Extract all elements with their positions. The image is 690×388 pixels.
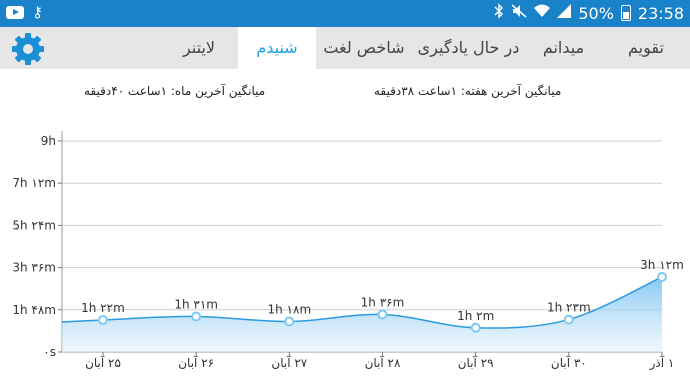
data-point	[470, 322, 481, 333]
signal-icon	[557, 4, 572, 22]
data-point	[98, 314, 108, 325]
gear-icon[interactable]	[10, 31, 46, 67]
battery-percent: 50%	[578, 3, 614, 23]
mute-icon	[511, 4, 527, 22]
data-label: 3h ۱۲m	[640, 258, 684, 272]
x-tick-label: ۲۷ آبان	[271, 355, 307, 370]
week-average: میانگین آخرین هفته: ۱ساعت ۳۸دقیقه	[374, 84, 562, 98]
data-point	[657, 271, 667, 282]
tab-heard[interactable]: شنیدم	[238, 27, 316, 69]
data-point	[284, 316, 295, 327]
battery-icon	[620, 5, 631, 21]
bluetooth-icon	[494, 3, 504, 23]
tab-learning[interactable]: در حال یادگیری	[412, 27, 525, 69]
data-label: 1h ۲m	[457, 309, 494, 323]
x-tick-label: ۲۵ آبان	[85, 355, 121, 370]
x-tick-label: ۳۰ آبان	[551, 355, 587, 370]
data-point	[563, 314, 574, 325]
y-tick-label: 1h ۴۸m	[12, 303, 56, 317]
data-label: 1h ۲۳m	[547, 301, 591, 315]
y-tick-label: 9h	[41, 134, 56, 148]
clock: 23:58	[637, 3, 684, 23]
data-label: 1h ۱۸m	[268, 303, 312, 317]
key-icon: ⚷	[32, 3, 43, 21]
tab-word-index[interactable]: شاخص لغت	[316, 27, 412, 69]
y-tick-label: 7h ۱۲m	[12, 176, 56, 190]
data-label: 1h ۳۱m	[174, 297, 218, 311]
wifi-icon	[534, 4, 551, 22]
x-tick-label: ۲۸ آبان	[365, 355, 401, 370]
tab-calendar[interactable]: تقویم	[602, 27, 690, 69]
x-tick-label: ۱ آذر	[649, 355, 675, 371]
youtube-icon	[6, 6, 24, 19]
tab-leitner[interactable]: لایتنر	[160, 27, 238, 69]
x-tick-label: ۲۶ آبان	[178, 355, 214, 370]
data-label: 1h ۳۶m	[361, 295, 405, 309]
month-average: میانگین آخرین ماه: ۱ساعت ۴۰دقیقه	[84, 84, 266, 98]
tab-known[interactable]: میدانم	[525, 27, 602, 69]
data-label: 1h ۲۲m	[81, 301, 125, 315]
data-point	[191, 311, 202, 322]
x-tick-label: ۲۹ آبان	[458, 355, 494, 370]
y-tick-label: ۰s	[43, 345, 56, 359]
data-point	[377, 309, 388, 320]
status-bar: ⚷ 50% 23:58	[0, 0, 690, 27]
listening-time-chart: ۰s 1h ۴۸m 3h ۳۶m 5h ۲۴m 7h ۱۲m 9h ۲۵ آبان ۲۶ آ…	[12, 131, 684, 371]
y-tick-label: 3h ۳۶m	[12, 261, 56, 275]
y-tick-label: 5h ۲۴m	[12, 218, 56, 232]
